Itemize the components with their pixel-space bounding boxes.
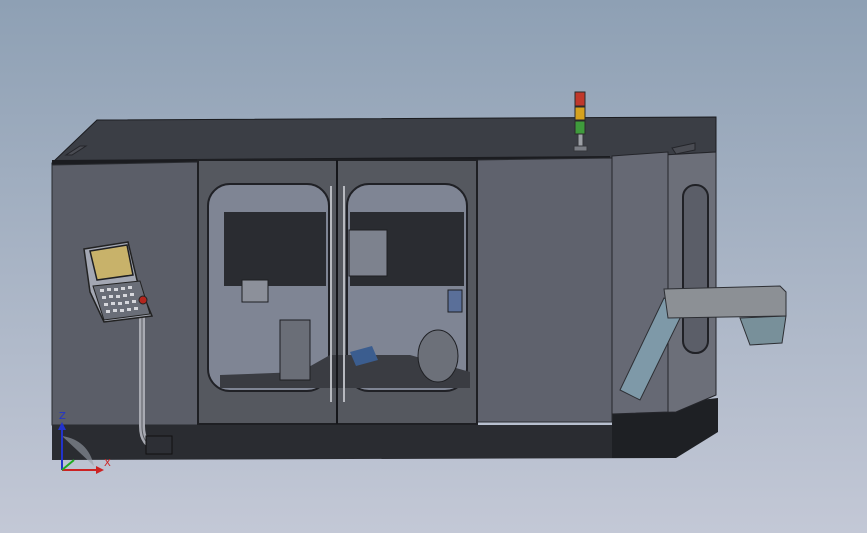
triad-z-label: Z	[59, 411, 66, 422]
signal-light-red	[574, 91, 586, 107]
interior-turret	[348, 229, 388, 277]
triad-x-label: X	[104, 458, 111, 469]
signal-tower-base	[573, 145, 588, 152]
pendant-emergency-stop[interactable]	[138, 295, 148, 305]
chip-conveyor-chute	[739, 315, 787, 346]
interior-tailstock	[279, 319, 311, 381]
interior-sensor	[447, 289, 463, 313]
machine-model-render[interactable]	[0, 0, 867, 533]
interior-back-wall-left	[224, 212, 326, 286]
cad-viewport[interactable]: Z X	[0, 0, 867, 533]
signal-light-amber	[574, 106, 586, 121]
triad-x-arrowhead	[96, 466, 104, 474]
right-front-panel	[476, 157, 613, 423]
interior-spindle	[241, 279, 269, 303]
pendant-arm-mount	[145, 435, 173, 455]
interior-chuck	[417, 329, 459, 383]
side-access-window	[682, 184, 709, 354]
triad-y-axis	[61, 459, 75, 471]
pendant-screen[interactable]	[89, 244, 134, 281]
signal-light-green	[574, 120, 586, 135]
chip-conveyor-hood	[663, 285, 787, 319]
